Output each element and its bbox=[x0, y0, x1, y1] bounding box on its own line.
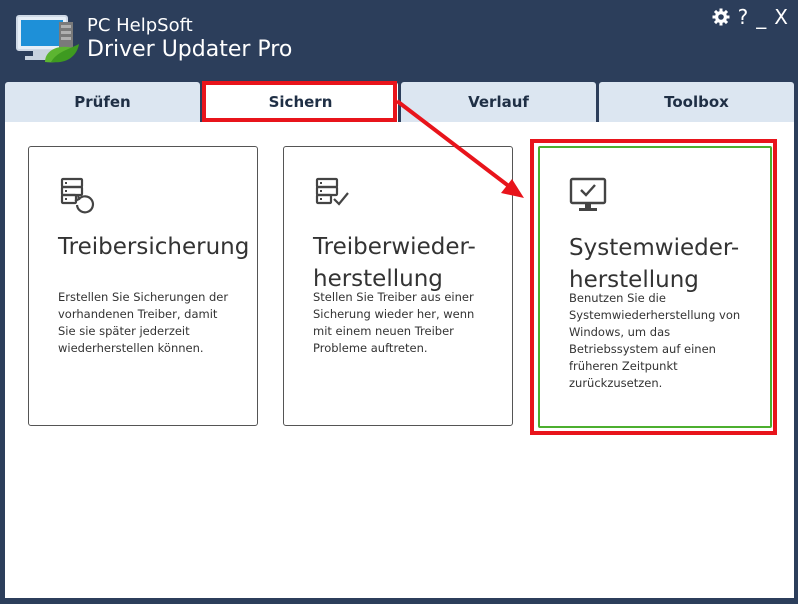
minimize-button[interactable]: _ bbox=[756, 6, 766, 28]
card-title: Treibersicherung bbox=[58, 234, 250, 260]
card-title: Systemwieder- herstellung bbox=[569, 235, 740, 293]
tab-toolbox[interactable]: Toolbox bbox=[599, 82, 794, 122]
window-controls: ? _ X bbox=[712, 6, 788, 28]
card-system-restore[interactable]: Systemwieder- herstellung Benutzen Sie d… bbox=[538, 146, 772, 428]
tab-pruefen[interactable]: Prüfen bbox=[5, 82, 200, 122]
tab-verlauf[interactable]: Verlauf bbox=[401, 82, 596, 122]
app-brand: PC HelpSoft bbox=[87, 15, 193, 36]
driver-restore-icon bbox=[315, 177, 349, 206]
card-driver-backup[interactable]: Treibersicherung Erstellen Sie Sicherung… bbox=[28, 146, 258, 426]
system-restore-icon bbox=[569, 177, 607, 211]
tab-sichern[interactable]: Sichern bbox=[203, 82, 398, 122]
card-description: Erstellen Sie Sicherungen der vorhandene… bbox=[58, 290, 229, 355]
card-description: Benutzen Sie die Systemwiederherstellung… bbox=[569, 291, 741, 390]
content-panel: Treibersicherung Erstellen Sie Sicherung… bbox=[5, 122, 794, 598]
driver-backup-icon bbox=[60, 177, 95, 214]
title-bar: PC HelpSoft Driver Updater Pro ? _ X bbox=[0, 0, 798, 82]
card-driver-restore[interactable]: Treiberwieder- herstellung Stellen Sie T… bbox=[283, 146, 513, 426]
app-logo-icon bbox=[16, 15, 79, 63]
tab-bar: Prüfen Sichern Verlauf Toolbox bbox=[5, 82, 794, 122]
close-button[interactable]: X bbox=[774, 6, 788, 28]
settings-gear-icon[interactable] bbox=[712, 8, 730, 26]
help-button[interactable]: ? bbox=[738, 6, 749, 28]
card-title: Treiberwieder- herstellung bbox=[313, 234, 476, 292]
app-title: Driver Updater Pro bbox=[87, 37, 293, 62]
card-description: Stellen Sie Treiber aus einer Sicherung … bbox=[313, 290, 475, 355]
